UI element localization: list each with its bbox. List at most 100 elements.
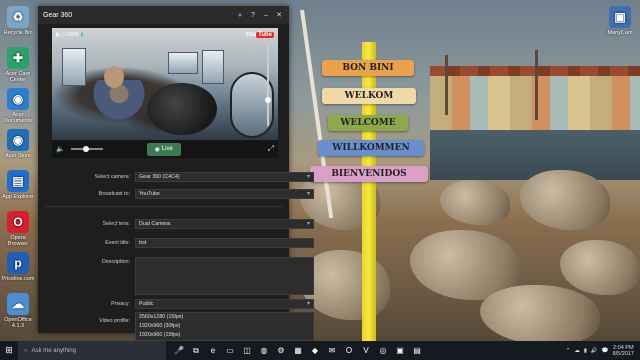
wallpaper-rock [560, 240, 640, 295]
mail-icon[interactable]: ✉ [324, 341, 340, 360]
acer-store-icon: ◉ [7, 129, 29, 151]
chrome-icon[interactable]: ◍ [256, 341, 272, 360]
camera-select[interactable]: Gear 360 (C4C4) [135, 172, 314, 182]
desktop-icon-openoffice[interactable]: ☁ OpenOffice 4.1.3 [0, 293, 36, 329]
help-button[interactable]: ? [248, 12, 258, 19]
app-icon[interactable]: ▦ [290, 341, 306, 360]
desktop-icon-label: Recycle Bin [3, 30, 33, 36]
clock[interactable]: 2:04 PM 8/5/2017 [613, 345, 634, 357]
broadcast-select[interactable]: YouTube [135, 189, 314, 199]
opera-icon: O [7, 211, 29, 233]
windows-start-icon[interactable]: ⊞ [0, 341, 18, 360]
clock-time: 2:04 PM [613, 344, 634, 351]
sign-welkom: WELKOM [322, 88, 416, 104]
desktop-icon-label: App Explorer [2, 194, 34, 200]
clock-date: 8/5/2017 [612, 350, 634, 357]
search-icon: ○ [24, 347, 28, 354]
desktop-icon-label: Acer Store [5, 153, 31, 159]
gear360-icon[interactable]: ◎ [375, 341, 391, 360]
desktop-icon-label: Priceline.com [1, 276, 35, 282]
search-placeholder: Ask me anything [31, 347, 76, 354]
sign-willkommen: WILLKOMMEN [318, 140, 424, 156]
desktop-icon-acer-documents[interactable]: ◉ Acer Documents [0, 88, 36, 124]
desktop-icon-manycam[interactable]: ▣ ManyCam [602, 6, 638, 36]
notifications-icon[interactable]: 💬 [602, 348, 609, 354]
video-profile-option[interactable]: 2560x1280 (15fps) [136, 313, 313, 322]
wallpaper-rock [520, 170, 610, 230]
description-label: Description: [102, 259, 130, 265]
preview-person [92, 80, 146, 126]
gear360-window: Gear 360 ● ? – ✕ ◧ ▯ 100% ▮ You Tube 🔈 ◉ … [38, 6, 314, 341]
wallpaper-rock [480, 285, 600, 345]
store-icon[interactable]: ◫ [239, 341, 255, 360]
privacy-label: Privacy: [111, 301, 130, 307]
tray-overflow-icon[interactable]: ⌃ [566, 348, 571, 354]
manycam-icon: ▣ [609, 6, 631, 28]
recycle-bin-icon: ♻ [7, 6, 29, 28]
desktop-icon-label: Acer Care Center [5, 71, 31, 83]
battery-level: 100% [66, 32, 80, 38]
fullscreen-icon[interactable]: ⤢ [268, 144, 274, 154]
broadcast-icon: ◉ [154, 146, 160, 153]
search-box[interactable]: ○ Ask me anything [18, 341, 166, 360]
opera-icon[interactable]: O [341, 341, 357, 360]
onedrive-icon[interactable]: ☁ [574, 348, 580, 354]
desktop-icon-app-explorer[interactable]: ▤ App Explorer [0, 170, 36, 200]
desktop-icon-acer-store[interactable]: ◉ Acer Store [0, 129, 36, 159]
desktop-icon-label: Acer Documents [4, 112, 32, 124]
preview-head [104, 66, 124, 88]
taskbar: ⊞ ○ Ask me anything 🎤 ⧉ e ▭ ◫ ◍ ⚙ ▦ ◆ ✉ O V ◎ ▣ ▤ ⌃ ☁ ▮ 🔊… [0, 341, 640, 360]
volume-slider[interactable] [70, 146, 103, 152]
minimize-button[interactable]: – [261, 12, 271, 19]
privacy-select[interactable]: Public [135, 299, 314, 309]
window-titlebar[interactable]: Gear 360 ● ? – ✕ [38, 6, 289, 24]
edge-icon[interactable]: e [205, 341, 221, 360]
lens-label: Select lens: [102, 221, 130, 227]
camera-status: ◧ ▯ 100% ▮ [56, 32, 83, 38]
live-preview[interactable]: ◧ ▯ 100% ▮ You Tube [52, 28, 278, 140]
notes-icon[interactable]: ▤ [409, 341, 425, 360]
settings-icon[interactable]: ⚙ [273, 341, 289, 360]
microphone-icon[interactable]: 🎤 [171, 341, 187, 360]
lens-select[interactable]: Dual Camera [135, 219, 314, 229]
window-title: Gear 360 [43, 11, 73, 19]
app-explorer-icon: ▤ [7, 170, 29, 192]
file-explorer-icon[interactable]: ▭ [222, 341, 238, 360]
vivaldi-icon[interactable]: V [358, 341, 374, 360]
desktop-icon-label: Opera Browser [7, 235, 29, 247]
battery-icon[interactable]: ▮ [584, 348, 587, 354]
preview-window [168, 52, 198, 74]
preview-window [62, 48, 86, 86]
zoom-slider[interactable] [265, 42, 271, 126]
account-icon[interactable]: ● [235, 12, 245, 19]
desktop-icon-label: OpenOffice 4.1.3 [4, 317, 32, 329]
video-profile-label: Video profile: [99, 318, 130, 324]
sign-welcome: WELCOME [328, 115, 408, 131]
event-title-label: Event title: [105, 240, 130, 246]
desktop-icon-acer-care-center[interactable]: ✚ Acer Care Center [0, 47, 36, 83]
description-textarea[interactable] [135, 257, 314, 295]
event-title-input[interactable]: trst [135, 238, 314, 248]
video-profile-option[interactable]: 1920x960 (15fps) [136, 331, 313, 340]
acer-documents-icon: ◉ [7, 88, 29, 110]
desktop-icon-recycle-bin[interactable]: ♻ Recycle Bin [0, 6, 36, 36]
wallpaper-palm [445, 55, 448, 115]
wallpaper-sea [430, 130, 640, 180]
volume-icon[interactable]: 🔈 [56, 145, 65, 153]
sign-bienvenidos: BIENVENIDOS [310, 166, 428, 182]
video-profile-list[interactable]: 2560x1280 (15fps) 1920x960 (30fps) 1920x… [135, 312, 314, 341]
task-view-icon[interactable]: ⧉ [188, 341, 204, 360]
tray-icons: ⌃ ☁ ▮ 🔊 💬 [566, 348, 609, 354]
sign-bon-bini: BON BINI [322, 60, 414, 76]
live-button[interactable]: ◉ Live [146, 142, 181, 156]
volume-icon[interactable]: 🔊 [591, 348, 598, 354]
desktop-icon-priceline[interactable]: p Priceline.com [0, 252, 36, 282]
dropbox-icon[interactable]: ◆ [307, 341, 323, 360]
signal-icon: ▮ [80, 32, 84, 38]
close-button[interactable]: ✕ [274, 11, 284, 19]
app2-icon[interactable]: ▣ [392, 341, 408, 360]
video-profile-option[interactable]: 1920x960 (30fps) [136, 322, 313, 331]
preview-window [202, 50, 224, 84]
desktop-icon-opera[interactable]: O Opera Browser [0, 211, 36, 247]
system-tray: ⌃ ☁ ▮ 🔊 💬 2:04 PM 8/5/2017 [566, 345, 640, 357]
